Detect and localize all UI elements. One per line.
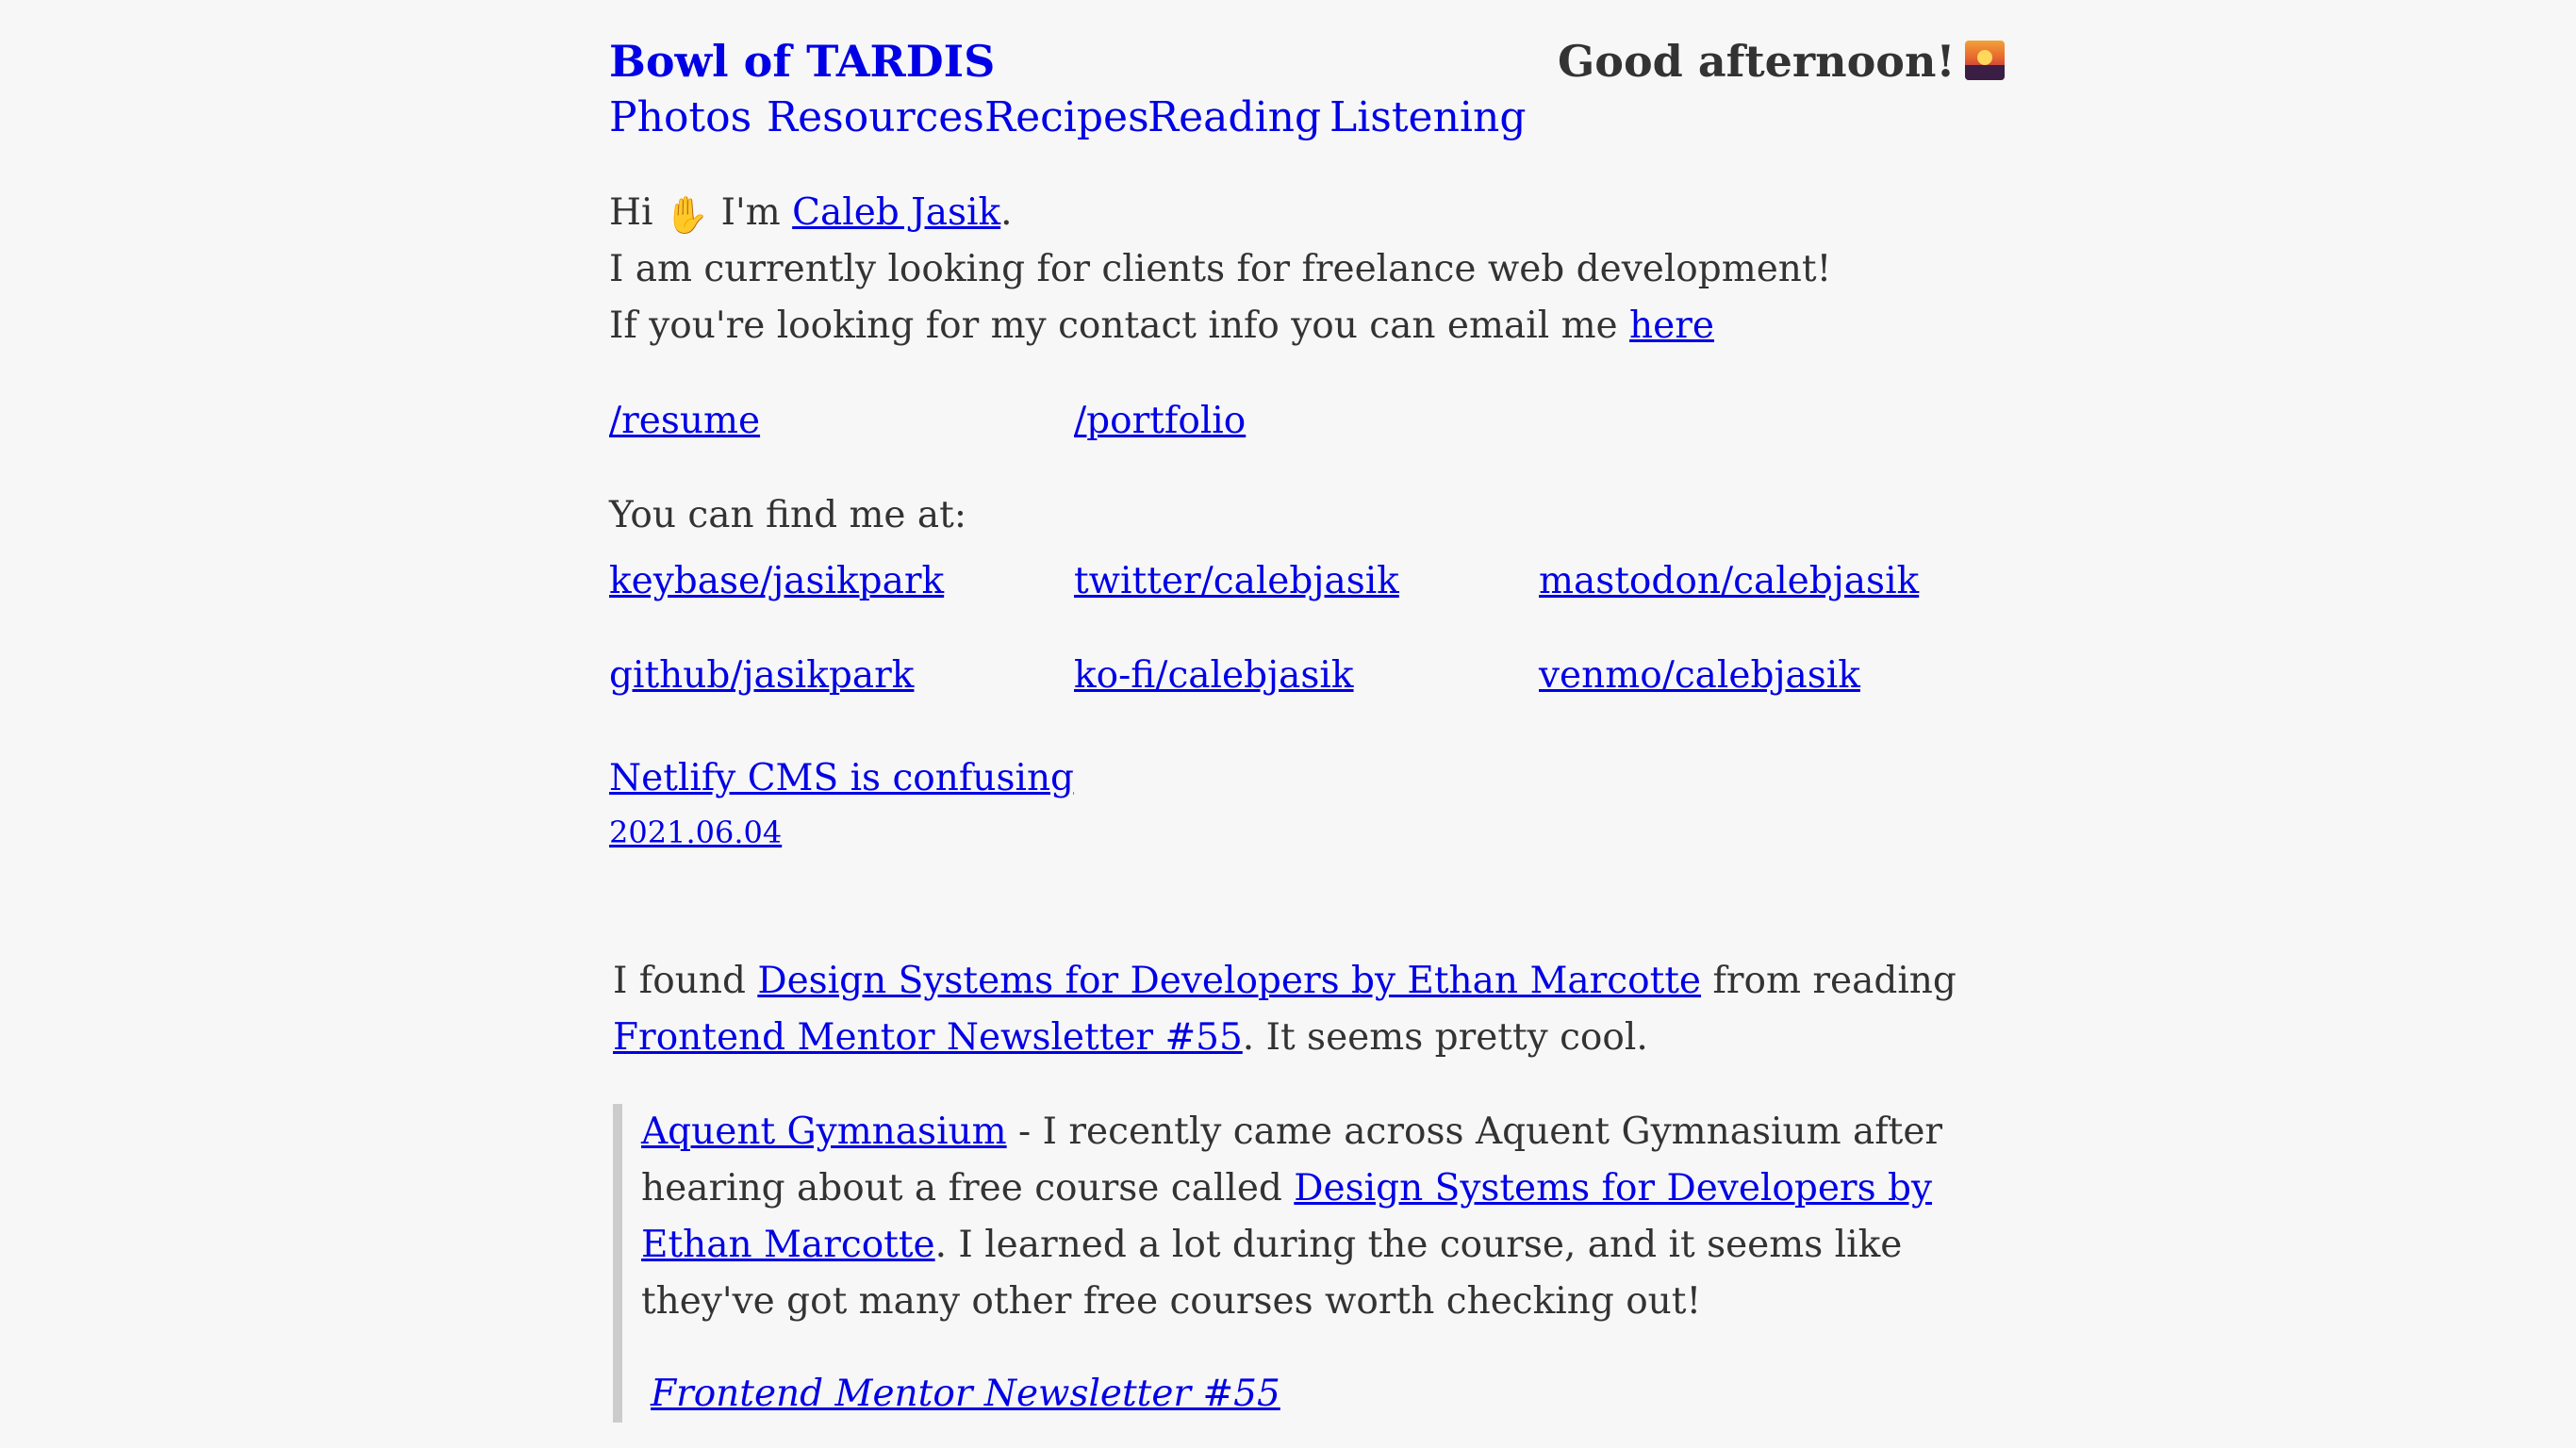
post-title-link[interactable]: Netlify CMS is confusing [609,750,1074,807]
found-paragraph: I found Design Systems for Developers by… [613,953,1971,1066]
intro-line-3: If you're looking for my contact info yo… [609,298,1831,354]
nav-link-listening[interactable]: Listening [1329,87,1527,149]
nav-link-reading[interactable]: Reading [1148,87,1321,149]
intro-line-2: I am currently looking for clients for f… [609,248,1832,290]
greeting-text: Good afternoon! [1558,36,1956,87]
newsletter-link[interactable]: Frontend Mentor Newsletter #55 [613,1016,1243,1059]
site-header: Bowl of TARDIS Good afternoon! Photos Re… [609,30,2005,153]
intro-im: I'm [720,191,781,234]
intro: Hi ✋ I'm Caleb Jasik. I am currently loo… [609,185,1831,354]
intro-line-1: Hi ✋ I'm Caleb Jasik. [609,185,1831,241]
found-text-2: from reading [1712,960,1957,1002]
aquent-gymnasium-link[interactable]: Aquent Gymnasium [641,1111,1007,1153]
design-systems-link[interactable]: Design Systems for Developers by Ethan M… [757,960,1701,1002]
found-text-1: I found [613,960,746,1002]
site-title-link[interactable]: Bowl of TARDIS [609,30,995,92]
post-date-link[interactable]: 2021.06.04 [609,808,782,857]
resume-link[interactable]: /resume [609,393,760,450]
quote-source-link[interactable]: Frontend Mentor Newsletter #55 [651,1366,1280,1423]
nav-link-recipes[interactable]: Recipes [984,87,1149,149]
greeting: Good afternoon! [1558,30,2005,92]
find-me-label: You can find me at: [609,494,966,536]
kofi-link[interactable]: ko-fi/calebjasik [1074,648,1354,704]
intro-period: . [1000,191,1013,234]
keybase-link[interactable]: keybase/jasikpark [609,553,944,610]
intro-line-3-text: If you're looking for my contact info yo… [609,304,1618,347]
venmo-link[interactable]: venmo/calebjasik [1539,648,1860,704]
github-link[interactable]: github/jasikpark [609,648,914,704]
waving-hand-icon: ✋ [664,194,710,236]
twitter-link[interactable]: twitter/calebjasik [1074,553,1399,610]
sunset-icon [1964,41,2005,80]
found-text-3: . It seems pretty cool. [1242,1016,1648,1059]
quote-paragraph: Aquent Gymnasium - I recently came acros… [641,1104,1961,1330]
portfolio-link[interactable]: /portfolio [1074,393,1246,450]
intro-hi: Hi [609,191,653,234]
author-name-link[interactable]: Caleb Jasik [792,191,1000,234]
blockquote: Aquent Gymnasium - I recently came acros… [613,1104,1967,1423]
mastodon-link[interactable]: mastodon/calebjasik [1539,553,1919,610]
nav-link-photos[interactable]: Photos [609,87,751,149]
nav-link-resources[interactable]: Resources [767,87,984,149]
email-link[interactable]: here [1629,304,1714,347]
